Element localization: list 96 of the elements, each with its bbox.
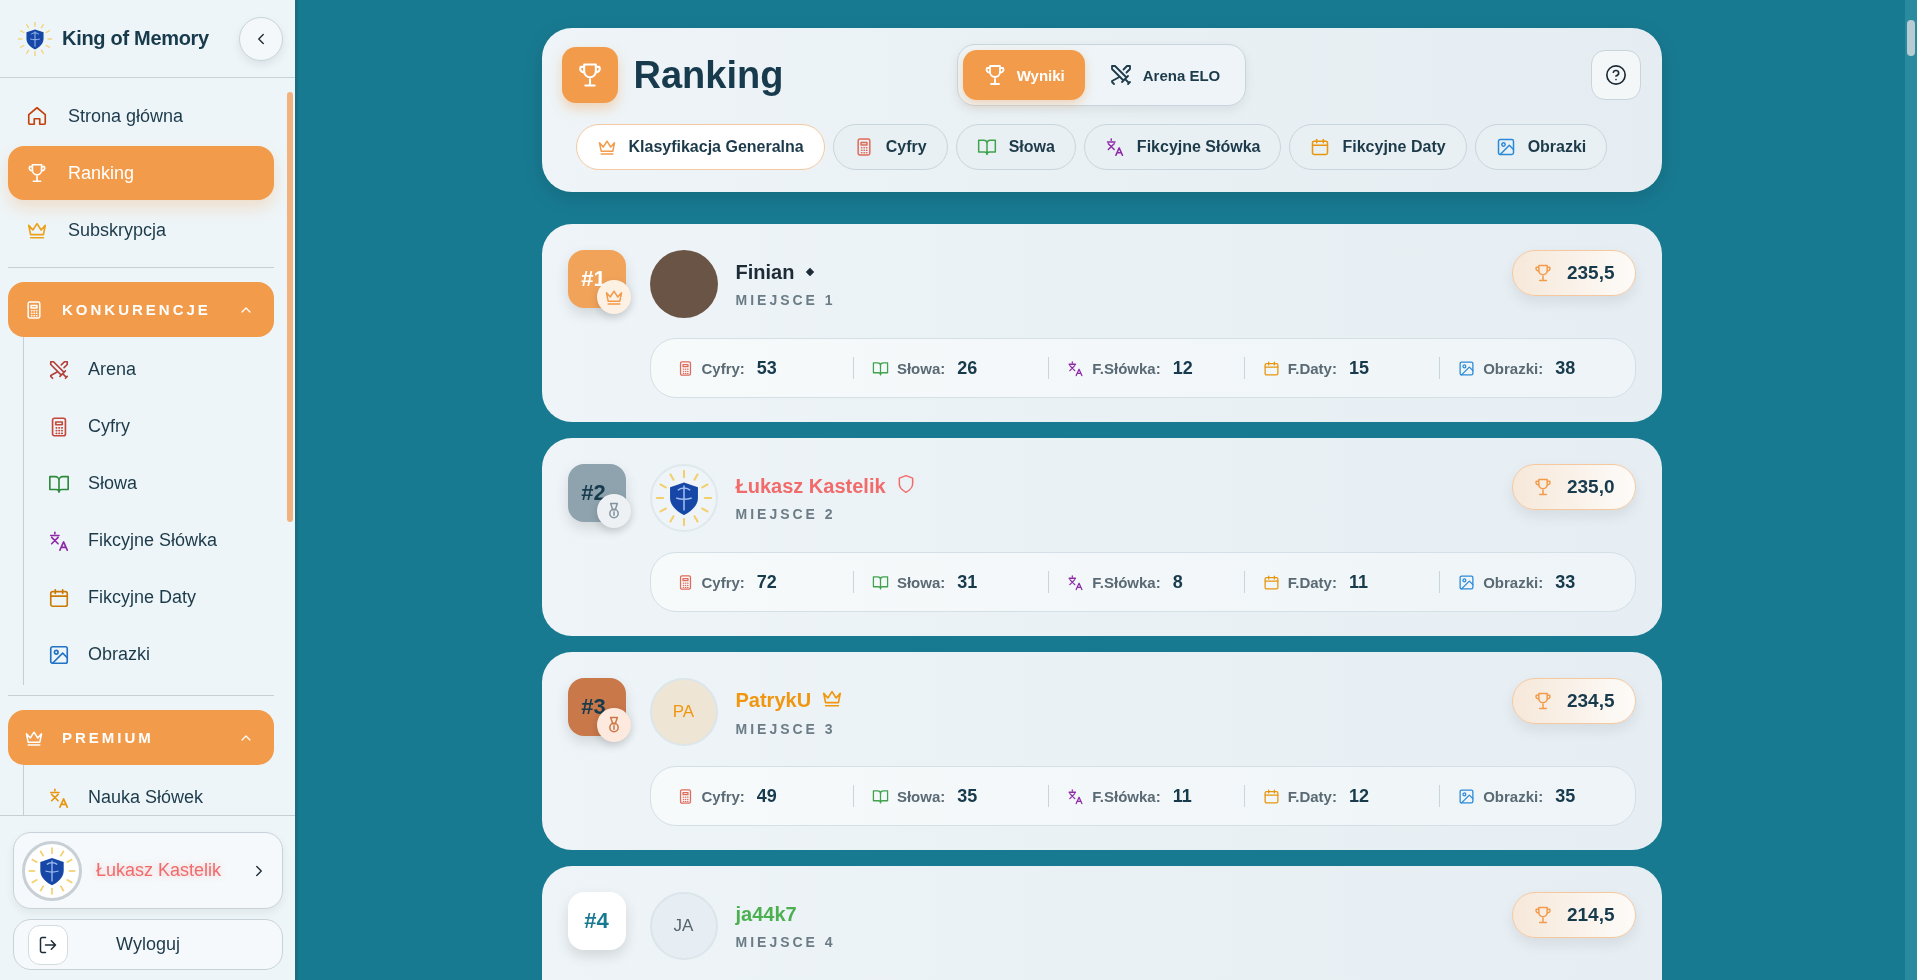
stat-value: 11 [1172,785,1192,807]
calendar-icon [1262,787,1280,805]
help-icon [1605,64,1628,86]
stat-value: 49 [756,785,777,807]
avatar-initials: PA [649,678,718,746]
place-label: MIEJSCE 1 [735,291,837,308]
score-pill: 214,5 [1511,892,1636,938]
place-label: MIEJSCE 2 [735,506,837,522]
calendar-icon [1262,359,1280,377]
stat-value: 26 [957,357,978,379]
stat-value: 8 [1172,571,1183,593]
stat-label: Obrazki: [1483,573,1544,591]
home-icon [26,105,48,127]
stat-label: F.Daty: [1287,787,1337,805]
avatar-initials: JA [649,892,718,960]
book-icon [871,359,889,377]
nav-item[interactable]: Obrazki [36,626,276,683]
calculator-icon [24,299,44,320]
stat-value: 15 [1348,357,1369,379]
stat-label: Cyfry: [701,573,745,591]
translate-icon [48,786,70,809]
stat-label: Cyfry: [701,359,745,377]
translate-icon [1104,137,1125,157]
scrollbar[interactable] [1905,0,1917,980]
nav-item[interactable]: Subskrypcja [8,203,274,257]
stat-value: 35 [1555,785,1576,807]
stat-label: Słowa: [896,359,946,377]
stat-label: Obrazki: [1483,787,1544,805]
image-icon [1458,573,1476,591]
help-button[interactable] [1591,50,1642,100]
logout-button[interactable]: Wyloguj [13,919,283,970]
stat-value: 31 [957,571,978,593]
place-label: MIEJSCE 4 [735,933,837,950]
stat-value: 72 [756,571,777,593]
calendar-icon [1310,137,1331,157]
trophy-icon [1532,905,1553,925]
app-title: King of Memory [62,27,210,50]
crossed-swords-icon [48,358,70,381]
nav-item[interactable]: Cyfry [36,398,276,455]
stat-value: 33 [1555,571,1576,593]
page-title: Ranking [633,53,784,97]
category-tab[interactable]: Obrazki [1474,124,1608,170]
category-tab[interactable]: Cyfry [832,124,948,170]
stat-value: 12 [1348,785,1369,807]
rank-badge: #4 [567,892,626,950]
translate-icon [1067,787,1085,805]
image-icon [1458,787,1476,805]
stat-value: 35 [957,785,978,807]
nav-item[interactable]: Strona główna [8,89,274,143]
stat-label: F.Daty: [1287,359,1337,377]
book-icon [871,573,889,591]
nav-item[interactable]: Arena [36,341,276,398]
crossed-swords-icon [1108,63,1133,87]
score-pill: 235,0 [1511,464,1636,510]
book-icon [976,137,997,157]
player-name[interactable]: Finian [735,260,795,284]
category-tab[interactable]: Fikcyjne Słówka [1083,124,1282,170]
stat-label: Słowa: [896,787,946,805]
stat-label: Słowa: [896,573,946,591]
nav-item[interactable]: Słowa [36,455,276,512]
calendar-icon [1262,573,1280,591]
stat-label: F.Słówka: [1092,359,1161,377]
stat-value: 53 [756,357,777,379]
category-tab[interactable]: Klasyfikacja Generalna [575,124,825,170]
nav-item[interactable]: Fikcyjne Daty [36,569,276,626]
stat-label: F.Słówka: [1092,787,1161,805]
category-tab[interactable]: Fikcyjne Daty [1289,124,1467,170]
translate-icon [1067,573,1085,591]
stat-label: Cyfry: [701,787,745,805]
image-icon [1495,137,1516,157]
nav-item[interactable]: Fikcyjne Słówka [36,512,276,569]
mode-tab[interactable]: Arena ELO [1088,50,1241,100]
collapse-button[interactable] [239,16,283,61]
score-pill: 235,5 [1511,250,1636,296]
logout-icon [38,934,58,955]
score-pill: 234,5 [1511,678,1636,724]
stat-label: F.Słówka: [1092,573,1161,591]
trophy-icon [26,162,48,184]
calendar-icon [48,586,70,609]
stat-label: Obrazki: [1483,359,1544,377]
trophy-icon [1532,691,1553,711]
image-icon [1458,359,1476,377]
place-label: MIEJSCE 3 [735,721,837,737]
translate-icon [48,529,70,552]
brain-shield-logo [16,19,54,58]
translate-icon [1067,359,1085,377]
stat-value: 12 [1172,357,1193,379]
stat-value: 11 [1348,571,1368,593]
stat-value: 38 [1555,357,1576,379]
image-icon [48,643,70,666]
category-tab[interactable]: Słowa [955,124,1076,170]
trophy-icon [1532,477,1553,497]
stat-label: F.Daty: [1287,573,1337,591]
nav-item[interactable]: Nauka Słówek [36,769,276,815]
trophy-icon [1532,263,1553,283]
book-icon [871,787,889,805]
